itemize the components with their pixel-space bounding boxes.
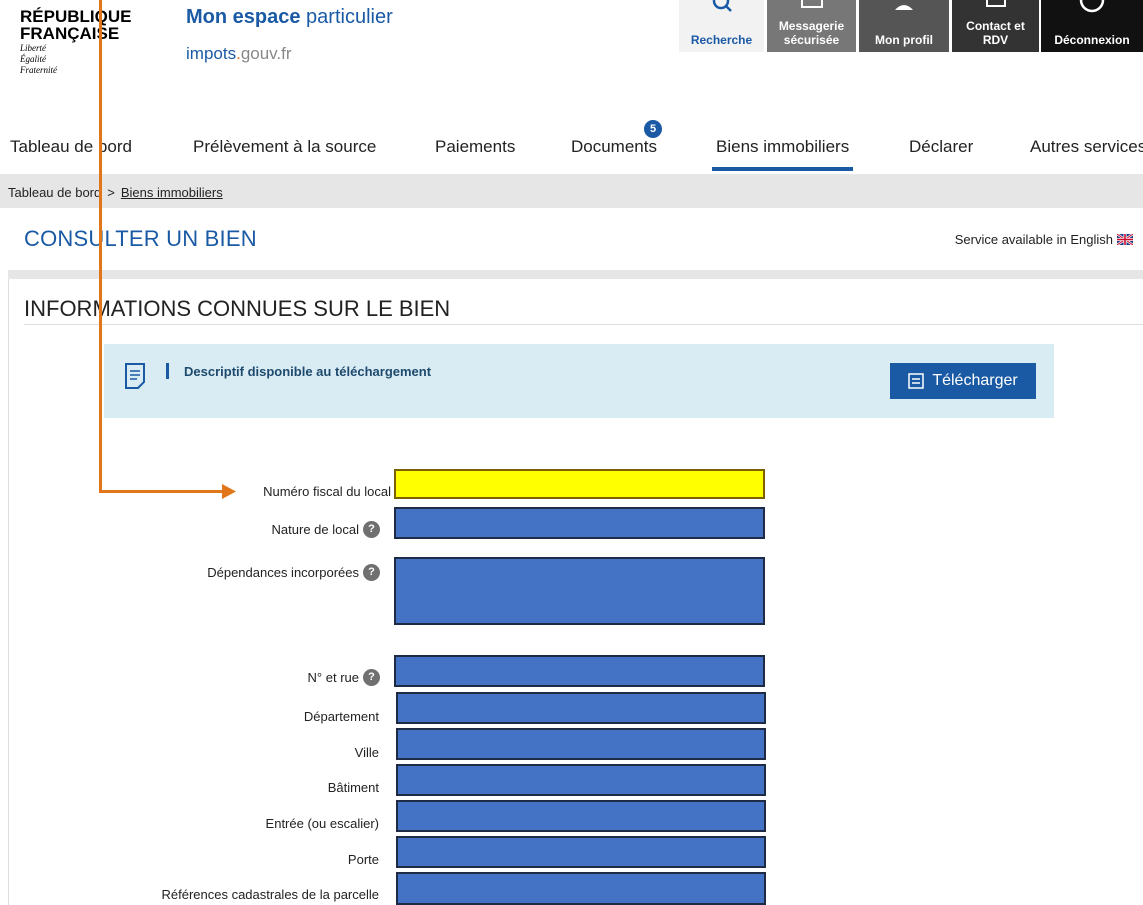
label-references-cadastrales: Références cadastrales de la parcelle (161, 887, 379, 902)
motto-egalite: Égalité (20, 54, 46, 64)
republique-francaise-logo[interactable]: RÉPUBLIQUE FRANÇAISE Liberté Égalité Fra… (20, 8, 131, 75)
search-label: Recherche (690, 33, 753, 47)
logout-button[interactable]: Déconnexion (1041, 0, 1143, 52)
nav-item-tableau-de-bord[interactable]: Tableau de bord (10, 137, 132, 157)
nav-item-prelevement[interactable]: Prélèvement à la source (193, 137, 376, 157)
gov-title-line1: RÉPUBLIQUE (20, 7, 132, 26)
label-batiment: Bâtiment (328, 780, 379, 795)
nature-local-field-redacted (394, 507, 765, 539)
search-button[interactable]: Recherche (679, 0, 764, 52)
user-icon (895, 5, 913, 10)
label-rue: N° et rue ? (308, 669, 380, 686)
nav-item-biens-immobiliers[interactable]: Biens immobiliers (711, 137, 854, 171)
help-icon[interactable]: ? (363, 669, 380, 686)
label-ville-text: Ville (354, 745, 379, 760)
label-entree: Entrée (ou escalier) (266, 816, 379, 831)
contact-label-2: RDV (982, 33, 1009, 47)
site-name-bold: Mon espace (186, 6, 301, 28)
label-rue-text: N° et rue (307, 670, 359, 685)
label-dependances: Dépendances incorporées ? (207, 564, 380, 581)
annotation-arrow-line-horizontal (99, 490, 225, 493)
messaging-label-1: Messagerie (778, 19, 845, 33)
breadcrumb-home[interactable]: Tableau de bord (8, 185, 101, 200)
info-text: Descriptif disponible au téléchargement (184, 364, 432, 379)
motto-fraternite: Fraternité (20, 65, 57, 75)
batiment-field-redacted (396, 764, 766, 796)
ville-field-redacted (396, 728, 766, 760)
profile-button[interactable]: Mon profil (859, 0, 949, 52)
label-nature-local: Nature de local ? (272, 521, 380, 538)
messaging-button[interactable]: Messagerie sécurisée (767, 0, 856, 52)
entree-field-redacted (396, 800, 766, 832)
gov-title-line2: FRANÇAISE (20, 24, 120, 43)
site-name[interactable]: Mon espace particulier (186, 6, 393, 29)
help-icon[interactable]: ? (363, 521, 380, 538)
annotation-arrowhead-icon (222, 484, 236, 499)
download-button[interactable]: Télécharger (890, 363, 1036, 399)
section-divider (24, 324, 1143, 325)
label-departement: Département (304, 709, 379, 724)
references-field-redacted (396, 872, 766, 905)
profile-label: Mon profil (875, 33, 933, 47)
label-ville: Ville (355, 745, 379, 760)
nav-item-documents[interactable]: Documents (571, 137, 657, 157)
help-icon[interactable]: ? (363, 564, 380, 581)
documents-count-badge: 5 (644, 120, 662, 138)
label-porte-text: Porte (347, 852, 379, 867)
contact-label-1: Contact et (966, 19, 1025, 33)
search-icon (712, 0, 732, 12)
site-domain: impots.gouv.fr (186, 44, 292, 64)
contact-button[interactable]: Contact et RDV (952, 0, 1039, 52)
messaging-label-2: sécurisée (783, 33, 840, 47)
document-icon (125, 363, 145, 389)
motto-liberte: Liberté (20, 43, 46, 53)
label-entree-text: Entrée (ou escalier) (265, 816, 379, 831)
main-nav: Tableau de bord Prélèvement à la source … (0, 137, 1143, 173)
section-separator (8, 270, 1143, 279)
label-departement-text: Département (303, 709, 379, 724)
breadcrumb-current[interactable]: Biens immobiliers (121, 185, 223, 200)
power-icon (1079, 0, 1105, 13)
download-button-label: Télécharger (932, 372, 1018, 389)
label-numero-fiscal: Numéro fiscal du local (263, 484, 391, 499)
rue-field-redacted (394, 655, 765, 687)
dependances-field-redacted (394, 557, 765, 625)
uk-flag-icon (1117, 234, 1133, 245)
envelope-icon (800, 0, 823, 8)
site-name-light: particulier (306, 6, 393, 28)
label-dependances-text: Dépendances incorporées (207, 565, 359, 580)
content-left-border (8, 279, 9, 905)
annotation-arrow-line-vertical (99, 0, 102, 493)
numero-fiscal-field-highlighted (394, 469, 765, 499)
label-references-text: Références cadastrales de la parcelle (161, 887, 379, 902)
departement-field-redacted (396, 692, 766, 724)
porte-field-redacted (396, 836, 766, 868)
label-nature-local-text: Nature de local (271, 522, 359, 537)
label-porte: Porte (348, 852, 379, 867)
breadcrumb-separator: > (107, 185, 115, 200)
label-batiment-text: Bâtiment (327, 780, 379, 795)
english-link[interactable]: Service available in English (955, 232, 1133, 247)
nav-item-paiements[interactable]: Paiements (435, 137, 515, 157)
page-title: CONSULTER UN BIEN (24, 226, 257, 251)
label-numero-fiscal-text: Numéro fiscal du local (263, 484, 391, 499)
site-domain-a: impots (186, 44, 237, 63)
pdf-icon (908, 373, 925, 389)
breadcrumb: Tableau de bord > Biens immobiliers (8, 185, 223, 200)
logout-label: Déconnexion (1054, 33, 1130, 47)
site-domain-b: gouv.fr (240, 44, 292, 63)
calendar-icon (985, 0, 1006, 7)
section-title: INFORMATIONS CONNUES SUR LE BIEN (24, 296, 451, 321)
info-accent-bar (166, 363, 169, 379)
english-link-label: Service available in English (954, 232, 1113, 247)
nav-item-declarer[interactable]: Déclarer (909, 137, 973, 157)
nav-item-autres-services[interactable]: Autres services (1030, 137, 1143, 157)
